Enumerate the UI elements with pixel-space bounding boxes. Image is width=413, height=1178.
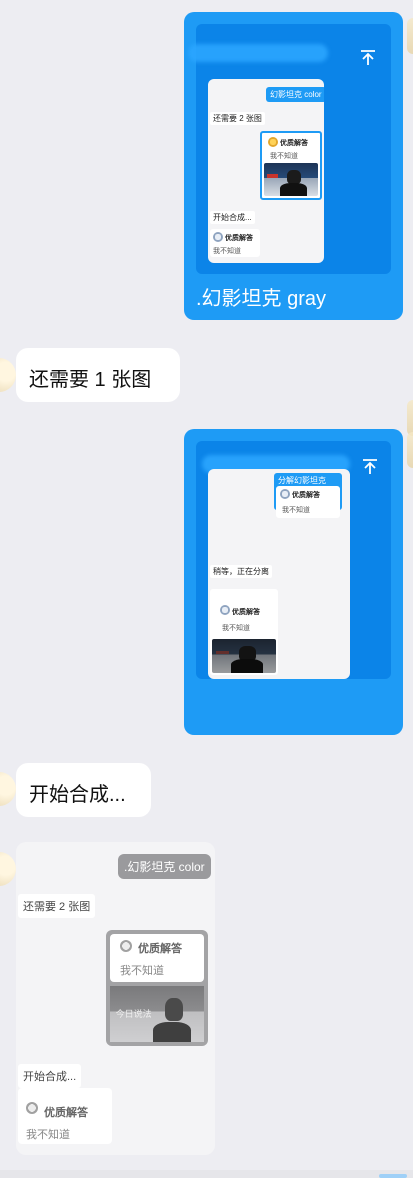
forwarded-answer-card: 优质解答 我不知道 (18, 1088, 112, 1144)
mini-card-sub: 我不知道 (282, 507, 310, 514)
incoming-text-message[interactable]: 开始合成... (16, 763, 151, 817)
mini-card-title: 优质解答 (292, 492, 320, 499)
card-title: 优质解答 (44, 1107, 88, 1119)
mini-card-sub: 我不知道 (213, 248, 241, 255)
decoration (407, 18, 413, 54)
decoration (407, 400, 413, 436)
mini-card-title: 优质解答 (280, 140, 308, 147)
mini-answer-card: 优质解答 我不知道 (210, 229, 260, 257)
mini-text: 还需要 2 张图 (210, 112, 265, 125)
medal-icon (220, 605, 230, 615)
card-title: 优质解答 (138, 943, 182, 955)
forwarded-answer-card: 优质解答 我不知道 (110, 934, 204, 982)
card-sub: 我不知道 (120, 965, 164, 977)
arrow-up-to-line-icon[interactable] (358, 48, 378, 68)
forwarded-answer-frame: 优质解答 我不知道 今日说法 (106, 930, 208, 1046)
mini-answer-card: 优质解答 我不知道 (210, 589, 278, 675)
forwarded-text: 开始合成... (18, 1064, 82, 1088)
mini-text: 稍等，正在分离 (210, 565, 272, 578)
decoration (407, 432, 413, 468)
medal-icon (268, 137, 278, 147)
arrow-up-to-line-icon[interactable] (360, 457, 380, 477)
mini-answer-card: 优质解答 我不知道 (276, 486, 340, 518)
bottom-bar (0, 1170, 413, 1178)
bottom-accent (379, 1174, 407, 1178)
avatar[interactable] (0, 852, 16, 886)
forwarded-pill: .幻影坦克 color (118, 854, 211, 879)
incoming-text-message[interactable]: 还需要 1 张图 (16, 348, 180, 402)
image-preview-card: 分解幻影坦克 优质解答 我不知道 稍等，正在分离 优质解答 我不知道 (196, 441, 391, 679)
image-caption: .幻影坦克 gray (196, 288, 327, 310)
medal-icon (26, 1102, 38, 1114)
avatar[interactable] (0, 358, 16, 392)
message-text: 开始合成... (29, 784, 126, 806)
forwarded-photo: 今日说法 (110, 986, 204, 1042)
photo-tag: 今日说法 (115, 1009, 152, 1020)
mini-card-sub: 我不知道 (222, 625, 250, 632)
mini-pill: 幻影坦克 color (266, 87, 324, 102)
mini-card-sub: 我不知道 (270, 153, 298, 160)
forwarded-text: 还需要 2 张图 (18, 894, 96, 918)
mini-photo (212, 639, 276, 673)
mini-answer-card: 优质解答 我不知道 (260, 131, 322, 200)
card-sub: 我不知道 (26, 1129, 70, 1141)
nested-screenshot: 分解幻影坦克 优质解答 我不知道 稍等，正在分离 优质解答 我不知道 (208, 469, 350, 679)
outgoing-image-message-1[interactable]: 幻影坦克 color 还需要 2 张图 优质解答 我不知道 开始合成... 优质… (184, 12, 403, 320)
medal-icon (213, 232, 223, 242)
mini-card-title: 优质解答 (225, 235, 253, 242)
outgoing-image-message-2[interactable]: 分解幻影坦克 优质解答 我不知道 稍等，正在分离 优质解答 我不知道 (184, 429, 403, 735)
mini-photo (264, 163, 318, 196)
avatar[interactable] (0, 772, 16, 806)
nested-screenshot: 幻影坦克 color 还需要 2 张图 优质解答 我不知道 开始合成... 优质… (208, 79, 324, 263)
blurred-sender-name (188, 44, 328, 62)
image-preview-card: 幻影坦克 color 还需要 2 张图 优质解答 我不知道 开始合成... 优质… (188, 24, 391, 274)
incoming-image-message[interactable]: .幻影坦克 color 还需要 2 张图 优质解答 我不知道 今日说法 开始合成… (16, 842, 215, 1155)
medal-icon (280, 489, 290, 499)
mini-text: 开始合成... (210, 211, 255, 224)
medal-icon (120, 940, 132, 952)
message-text: 还需要 1 张图 (29, 369, 152, 391)
mini-card-title: 优质解答 (232, 609, 260, 616)
